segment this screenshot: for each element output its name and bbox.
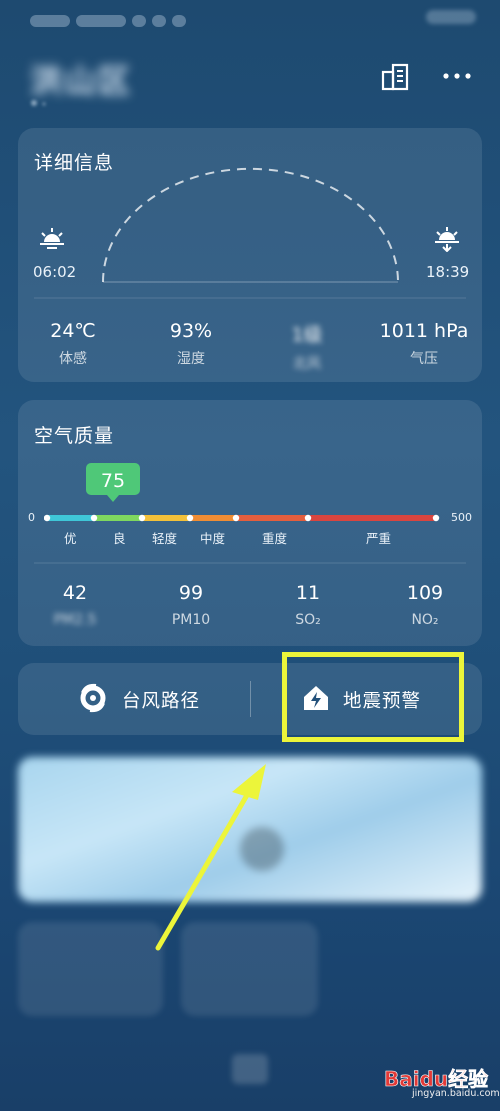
baidu-watermark: Baidu经验 jingyan.baidu.com — [378, 1060, 500, 1108]
watermark-site: jingyan.baidu.com — [412, 1088, 500, 1099]
annotation-arrow — [155, 764, 266, 951]
